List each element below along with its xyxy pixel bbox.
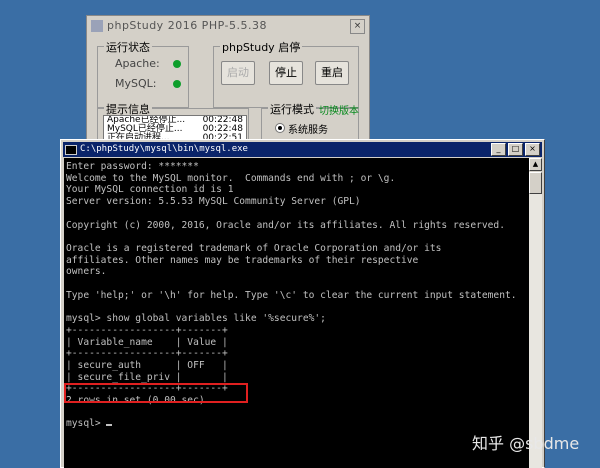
terminal-output[interactable]: Enter password: ******* Welcome to the M…	[64, 158, 529, 468]
terminal-line: Welcome to the MySQL monitor. Commands e…	[66, 172, 396, 184]
mode-group-label: 运行模式	[268, 101, 316, 117]
phpstudy-title: phpStudy 2016 PHP-5.5.38	[107, 19, 267, 32]
mode-service-label: 系统服务	[288, 125, 328, 136]
terminal-line: affiliates. Other names may be trademark…	[66, 254, 419, 266]
highlight-box	[64, 383, 248, 403]
terminal-line: owners.	[66, 266, 107, 278]
minimize-button[interactable]: _	[491, 143, 506, 156]
apache-status-icon	[173, 60, 181, 68]
start-button[interactable]: 启动	[221, 61, 255, 85]
status-group-label: 运行状态	[104, 39, 152, 55]
switch-version-link[interactable]: 切换版本	[319, 102, 359, 117]
terminal-line: Copyright (c) 2000, 2016, Oracle and/or …	[66, 219, 505, 231]
apache-label: Apache:	[115, 57, 160, 70]
terminal-line: +------------------+-------+	[66, 324, 228, 336]
mysql-label: MySQL:	[115, 77, 157, 90]
cmd-window: C:\phpStudy\mysql\bin\mysql.exe _ □ × En…	[60, 139, 545, 468]
terminal-line: Server version: 5.5.53 MySQL Community S…	[66, 196, 361, 208]
terminal-line: mysql>	[66, 418, 107, 430]
watermark: 知乎 @sbdme	[472, 434, 580, 453]
close-button[interactable]: ×	[525, 143, 540, 156]
scroll-track[interactable]	[529, 194, 542, 468]
phpstudy-close-button[interactable]: ×	[350, 19, 365, 34]
mysql-status-icon	[173, 80, 181, 88]
stop-button[interactable]: 停止	[269, 61, 303, 85]
scroll-up-icon[interactable]: ▲	[529, 158, 542, 171]
scroll-thumb[interactable]	[529, 172, 542, 194]
cursor	[106, 424, 113, 427]
cmd-title: C:\phpStudy\mysql\bin\mysql.exe	[80, 144, 248, 154]
control-group-label: phpStudy 启停	[220, 39, 303, 55]
cmd-icon	[65, 144, 77, 155]
terminal-line: Your MySQL connection id is 1	[66, 184, 234, 196]
terminal-line: Type 'help;' or '\h' for help. Type '\c'…	[66, 289, 517, 301]
scrollbar[interactable]: ▲	[529, 158, 542, 468]
terminal-line: Oracle is a registered trademark of Orac…	[66, 242, 442, 254]
phpstudy-logo-icon	[91, 19, 103, 32]
phpstudy-titlebar: phpStudy 2016 PHP-5.5.38	[87, 16, 369, 35]
terminal-line: +------------------+-------+	[66, 348, 228, 360]
terminal-line: | Variable_name | Value |	[66, 336, 228, 348]
terminal-line: mysql> show global variables like '%secu…	[66, 313, 326, 325]
terminal-line: Enter password: *******	[66, 161, 199, 172]
terminal-line: | secure_file_priv | |	[66, 371, 228, 383]
maximize-button[interactable]: □	[508, 143, 523, 156]
restart-button[interactable]: 重启	[315, 61, 349, 85]
terminal-line: | secure_auth | OFF |	[66, 359, 228, 371]
mode-service-radio[interactable]	[275, 123, 285, 133]
cmd-titlebar: C:\phpStudy\mysql\bin\mysql.exe _ □ ×	[63, 142, 542, 157]
